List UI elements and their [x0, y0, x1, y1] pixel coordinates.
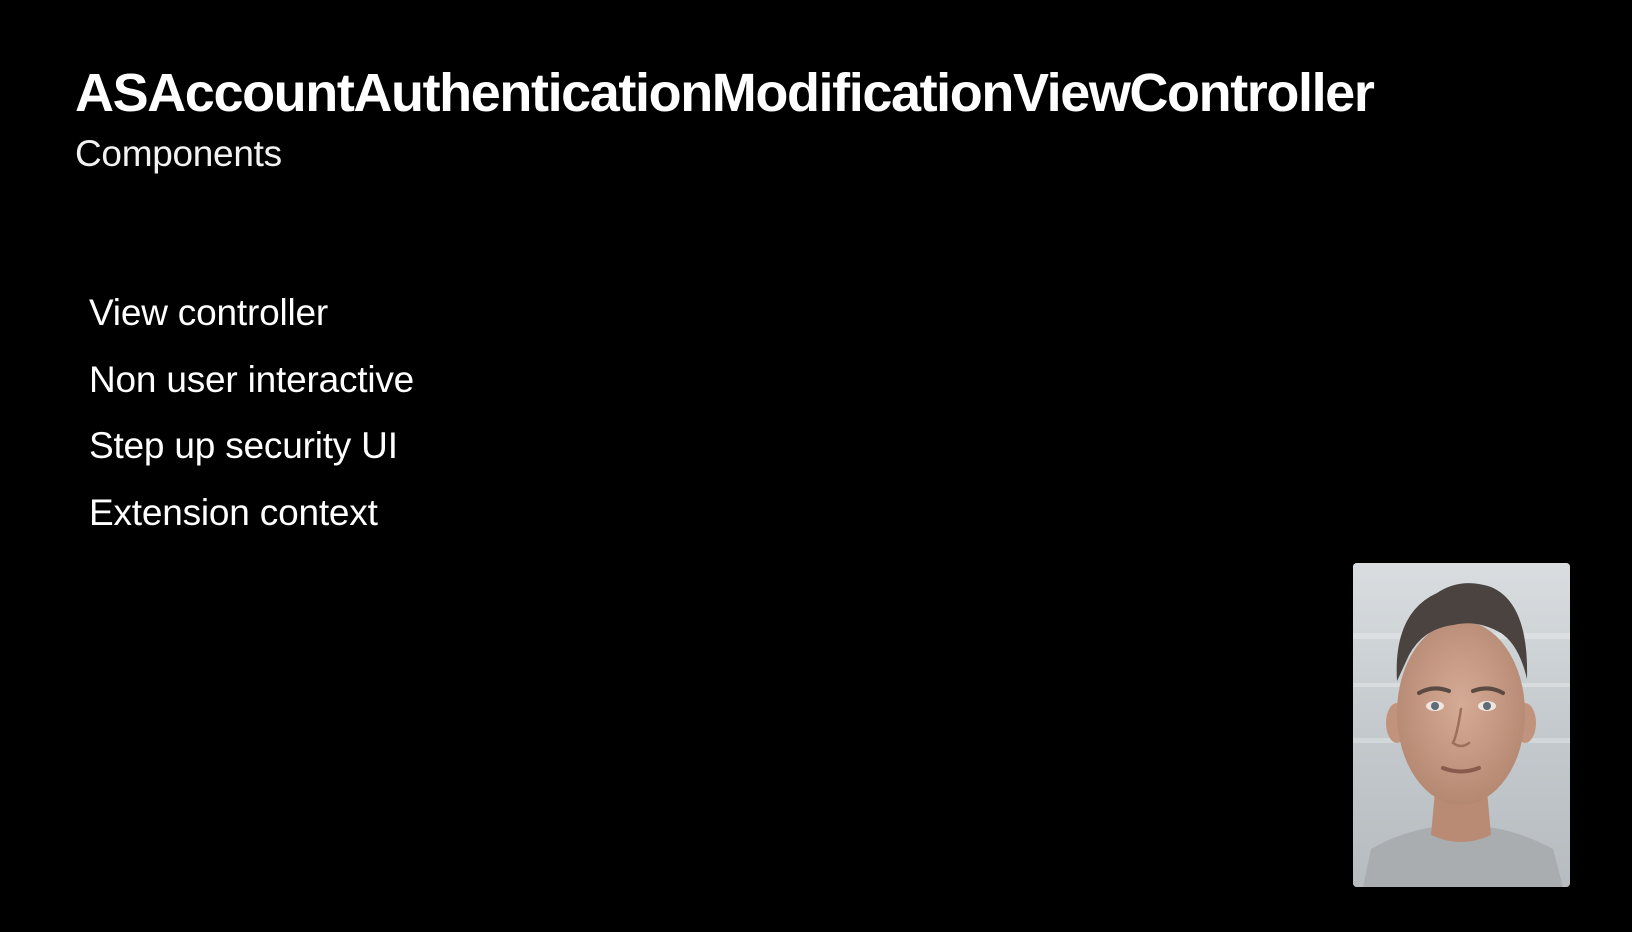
slide: ASAccountAuthenticationModificationViewC… [0, 0, 1632, 932]
bullet-item: Step up security UI [89, 425, 398, 466]
bullet-item: Non user interactive [89, 358, 415, 400]
presenter-video [1353, 563, 1570, 887]
bullet-item: View controller [89, 292, 328, 333]
bullet-list: View controller Non user interactive Ste… [89, 280, 414, 546]
slide-subtitle: Components [75, 133, 282, 174]
slide-title: ASAccountAuthenticationModificationViewC… [75, 63, 1375, 123]
bullet-item: Extension context [89, 491, 378, 533]
presenter-video-icon [1353, 563, 1570, 887]
